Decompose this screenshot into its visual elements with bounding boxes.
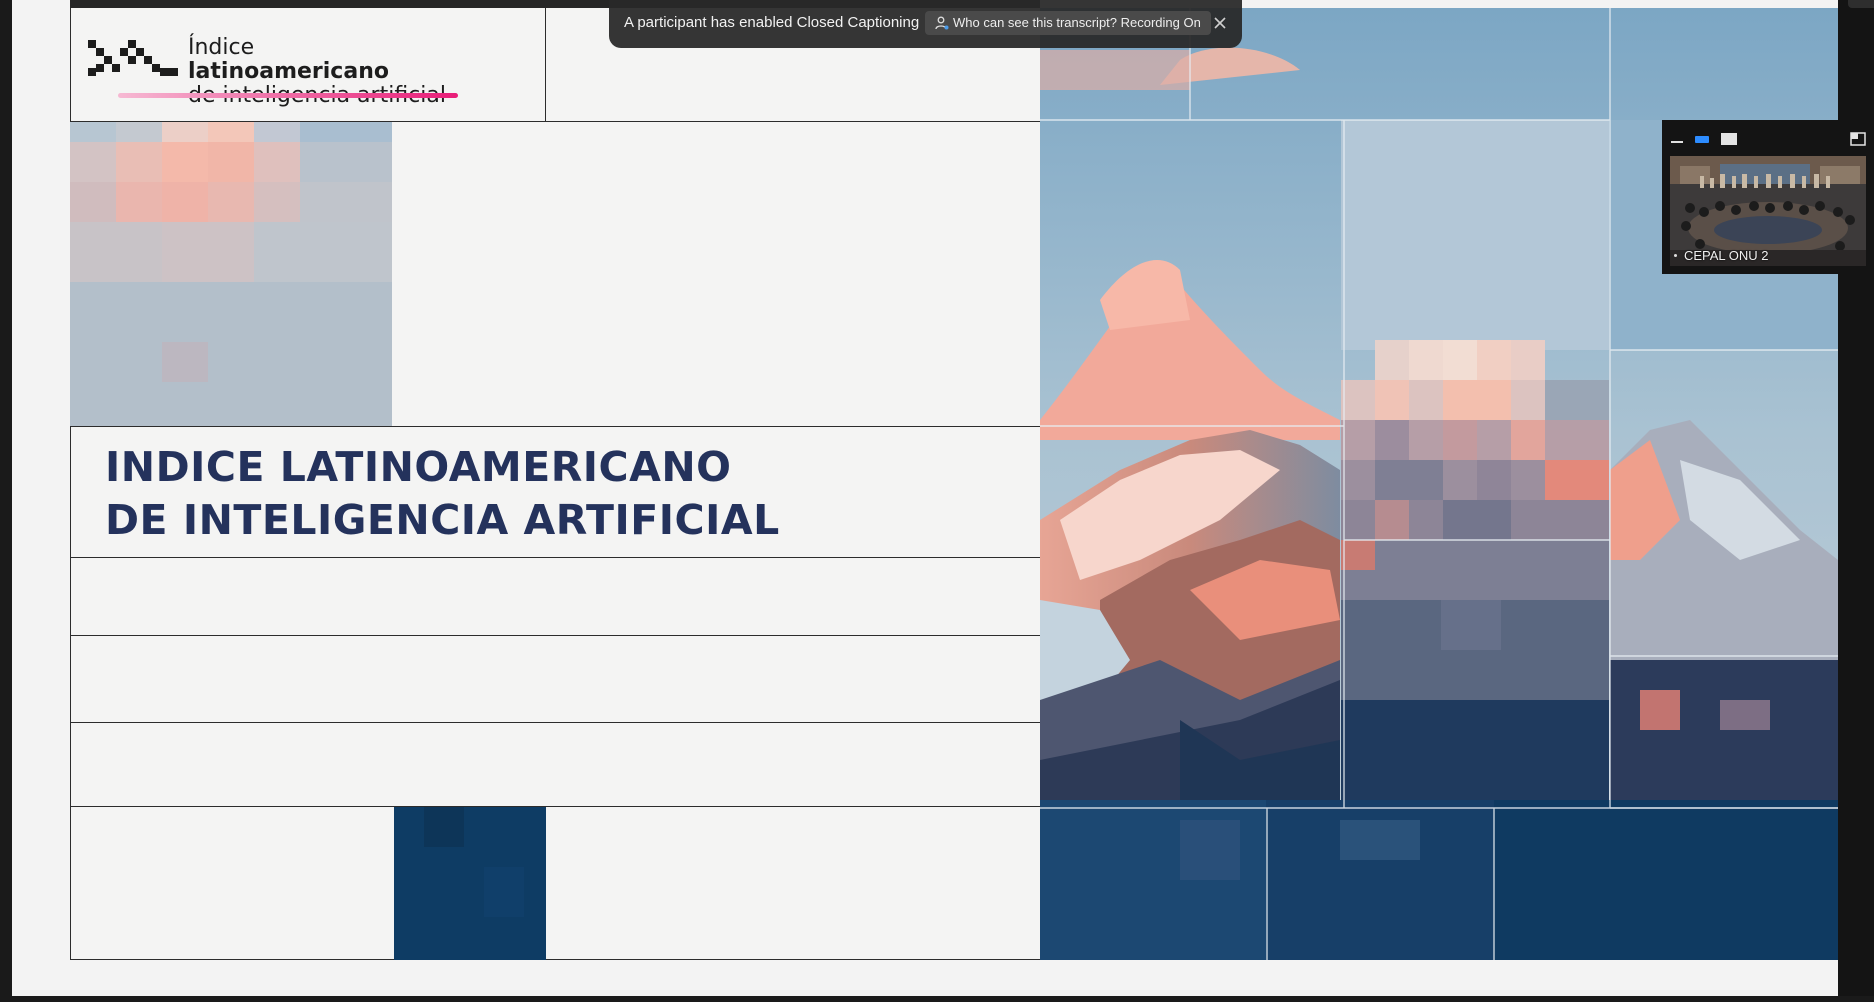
- slide-title-line1: INDICE LATINOAMERICANO: [105, 443, 732, 491]
- screen-icon[interactable]: [1720, 132, 1738, 146]
- slide-divider: [545, 8, 546, 121]
- status-dot: [1674, 254, 1677, 257]
- participant-video-window[interactable]: CEPAL ONU 2: [1662, 120, 1874, 274]
- transcript-visibility-link[interactable]: Who can see this transcript? Recording O…: [925, 11, 1211, 35]
- caption-message: A participant has enabled Closed Caption…: [624, 14, 920, 31]
- indice-logo: Índice latinoamericano de inteligencia a…: [88, 35, 458, 108]
- shared-slide: Índice latinoamericano de inteligencia a…: [70, 8, 1838, 960]
- logo-pink-underline: [118, 93, 458, 98]
- bottom-dark-border: [0, 996, 1874, 1002]
- slide-divider: [70, 806, 1040, 807]
- left-dark-border: [0, 0, 12, 1002]
- minimize-icon[interactable]: [1670, 134, 1684, 144]
- logo-line1-light: Índice: [188, 35, 255, 60]
- slide-title: INDICE LATINOAMERICANO DE INTELIGENCIA A…: [105, 441, 780, 547]
- person-icon: [935, 16, 949, 30]
- slide-divider: [70, 722, 1040, 723]
- slide-title-line2: DE INTELIGENCIA ARTIFICIAL: [105, 496, 780, 544]
- close-icon[interactable]: [1211, 14, 1229, 32]
- slide-divider: [70, 635, 1040, 636]
- transcript-visibility-text: Who can see this transcript? Recording O…: [953, 15, 1201, 30]
- expand-icon[interactable]: [1850, 132, 1866, 146]
- corner-tab[interactable]: [1848, 0, 1874, 8]
- logo-line1-bold: latinoamericano: [188, 59, 389, 84]
- closed-caption-banner: A participant has enabled Closed Caption…: [609, 0, 1242, 48]
- navy-block: [394, 807, 546, 960]
- slide-divider: [70, 426, 1040, 427]
- pixelated-sky-image: [70, 122, 392, 426]
- logo-mark-icon: [88, 40, 178, 76]
- slide-divider: [70, 557, 1040, 558]
- camera-icon[interactable]: [1694, 134, 1710, 144]
- participant-name: CEPAL ONU 2: [1684, 248, 1769, 263]
